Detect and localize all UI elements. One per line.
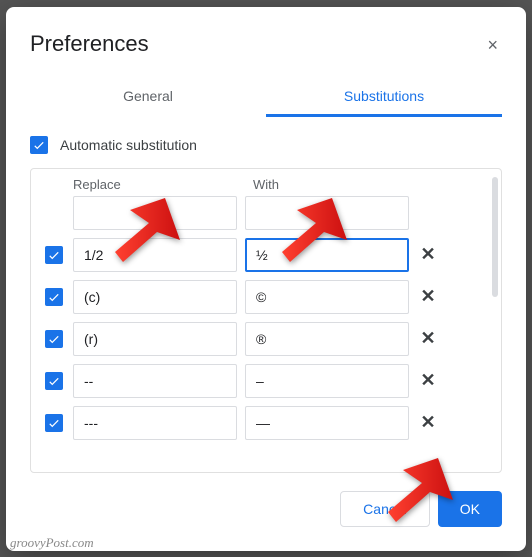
check-icon: [47, 248, 61, 262]
tab-substitutions[interactable]: Substitutions: [266, 78, 502, 117]
checkbox-slot: [43, 288, 65, 306]
with-input[interactable]: [245, 280, 409, 314]
checkbox-slot: [43, 246, 65, 264]
column-headers: Replace With: [43, 177, 489, 196]
row-enable-checkbox[interactable]: [45, 372, 63, 390]
cancel-button[interactable]: Cancel: [340, 491, 430, 527]
check-icon: [47, 290, 61, 304]
replace-header: Replace: [73, 177, 245, 192]
checkbox-slot: [43, 330, 65, 348]
remove-icon[interactable]: ✕: [417, 244, 439, 265]
with-input[interactable]: [245, 406, 409, 440]
check-icon: [47, 332, 61, 346]
row-enable-checkbox[interactable]: [45, 414, 63, 432]
table-row: ✕: [43, 364, 489, 398]
checkbox-slot: [43, 414, 65, 432]
auto-substitution-checkbox[interactable]: [30, 136, 48, 154]
replace-input[interactable]: [73, 364, 237, 398]
remove-icon[interactable]: ✕: [417, 412, 439, 433]
check-icon: [47, 416, 61, 430]
with-header: With: [245, 177, 489, 192]
table-row: [43, 196, 489, 230]
ok-button[interactable]: OK: [438, 491, 502, 527]
dialog-footer: Cancel OK: [30, 491, 502, 527]
with-input[interactable]: [245, 196, 409, 230]
remove-icon[interactable]: ✕: [417, 286, 439, 307]
with-input[interactable]: [245, 238, 409, 272]
replace-input[interactable]: [73, 322, 237, 356]
replace-input[interactable]: [73, 406, 237, 440]
remove-icon[interactable]: ✕: [417, 370, 439, 391]
with-input[interactable]: [245, 364, 409, 398]
rows-container: ✕ ✕ ✕ ✕ ✕: [43, 196, 489, 448]
row-enable-checkbox[interactable]: [45, 288, 63, 306]
close-icon[interactable]: ×: [483, 31, 502, 60]
remove-icon[interactable]: ✕: [417, 328, 439, 349]
with-input[interactable]: [245, 322, 409, 356]
check-icon: [32, 138, 46, 152]
auto-substitution-row: Automatic substitution: [30, 136, 502, 154]
row-enable-checkbox[interactable]: [45, 246, 63, 264]
dialog-header: Preferences ×: [30, 31, 502, 60]
check-icon: [47, 374, 61, 388]
auto-substitution-label: Automatic substitution: [60, 137, 197, 153]
tab-general[interactable]: General: [30, 78, 266, 117]
table-row: ✕: [43, 238, 489, 272]
replace-input[interactable]: [73, 238, 237, 272]
substitution-table: Replace With ✕ ✕ ✕ ✕ ✕: [30, 168, 502, 473]
preferences-dialog: Preferences × General Substitutions Auto…: [6, 7, 526, 551]
row-enable-checkbox[interactable]: [45, 330, 63, 348]
tabs: General Substitutions: [30, 78, 502, 118]
replace-input[interactable]: [73, 196, 237, 230]
replace-input[interactable]: [73, 280, 237, 314]
watermark: groovyPost.com: [10, 535, 94, 551]
scrollbar[interactable]: [492, 177, 498, 297]
checkbox-slot: [43, 372, 65, 390]
table-row: ✕: [43, 406, 489, 440]
table-row: ✕: [43, 322, 489, 356]
dialog-title: Preferences: [30, 31, 149, 57]
table-row: ✕: [43, 280, 489, 314]
